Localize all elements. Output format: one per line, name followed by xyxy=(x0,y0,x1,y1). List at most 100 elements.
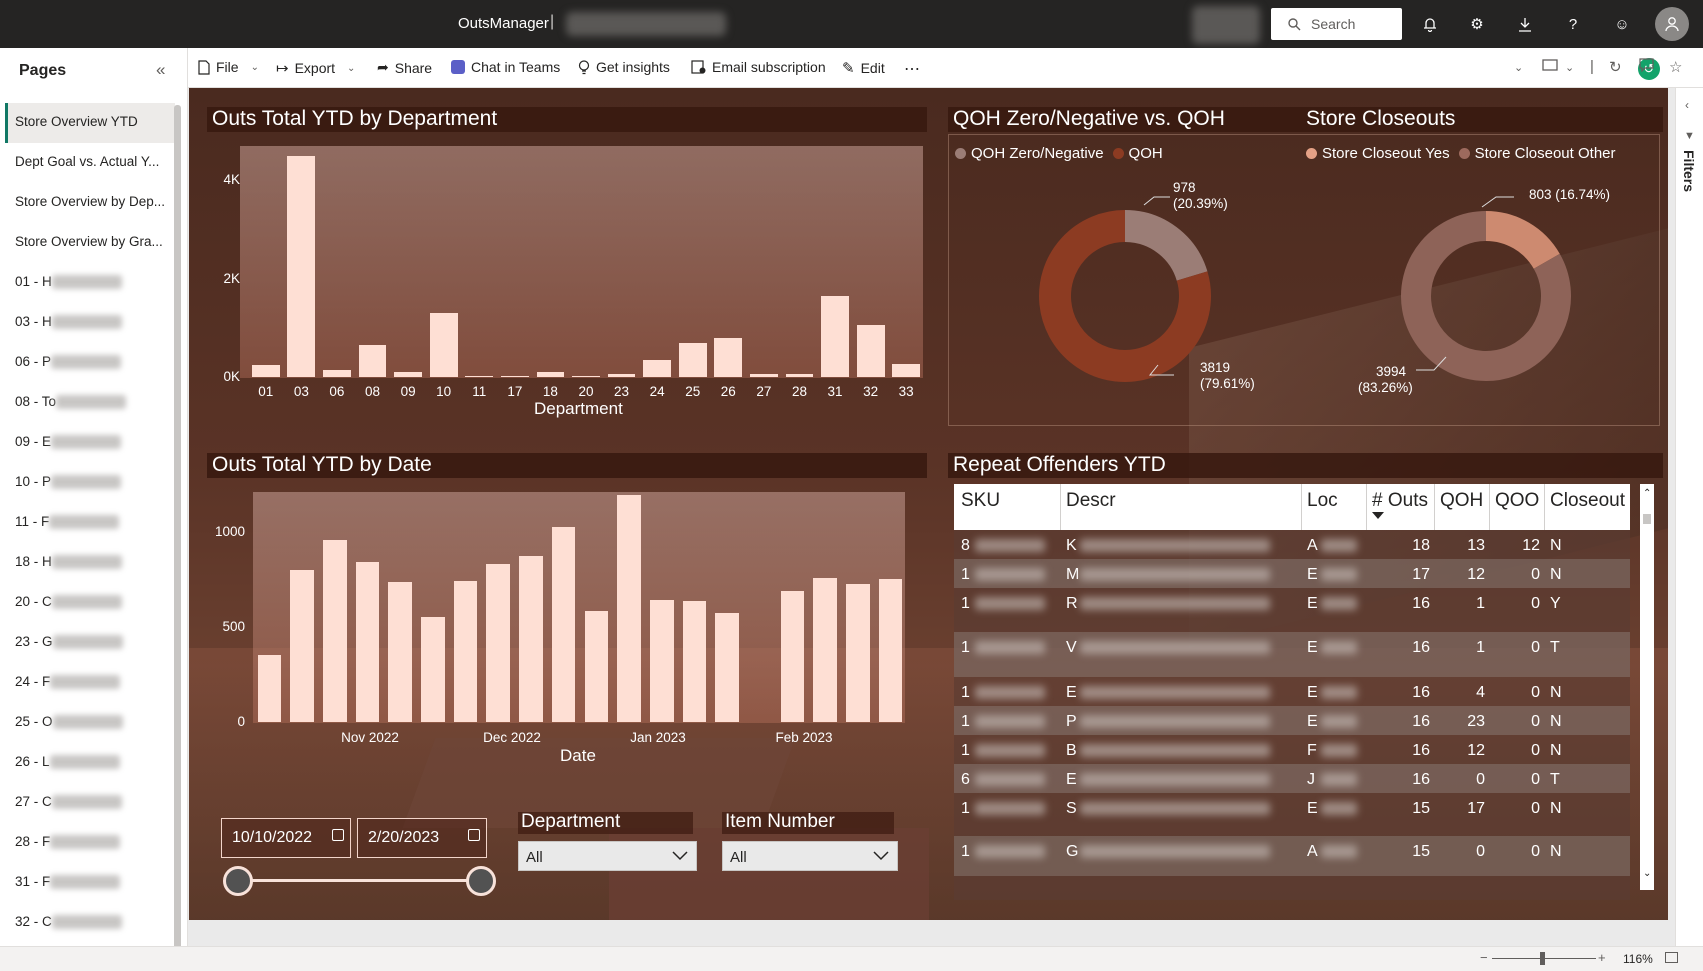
bar[interactable] xyxy=(355,562,380,722)
get-insights-button[interactable]: Get insights xyxy=(578,59,670,75)
bar[interactable] xyxy=(358,345,387,377)
zoom-slider-thumb[interactable] xyxy=(1540,952,1545,965)
page-tab[interactable]: 23 - G xyxy=(5,623,175,663)
app-title[interactable]: OutsManager xyxy=(458,15,549,32)
bar[interactable] xyxy=(821,295,849,377)
bar[interactable] xyxy=(678,342,707,377)
column-header-qoh[interactable]: QOH xyxy=(1440,490,1483,512)
bar[interactable] xyxy=(519,555,543,722)
calendar-icon[interactable] xyxy=(332,829,344,841)
page-tab[interactable]: 09 - E xyxy=(5,423,175,463)
bar[interactable] xyxy=(251,364,280,377)
page-tab[interactable]: 28 - F xyxy=(5,823,175,863)
bell-icon[interactable] xyxy=(1418,12,1442,36)
chat-in-teams-button[interactable]: Chat in Teams xyxy=(451,59,560,75)
file-menu[interactable]: File ⌄ xyxy=(198,59,259,75)
calendar-icon[interactable] xyxy=(468,829,480,841)
help-icon[interactable]: ? xyxy=(1561,12,1585,36)
page-tab[interactable]: 20 - C xyxy=(5,583,175,623)
zoom-out-icon[interactable]: − xyxy=(1480,950,1488,965)
edit-button[interactable]: ✎ Edit xyxy=(842,59,885,77)
collapse-pane-icon[interactable]: « xyxy=(156,60,165,80)
bar[interactable] xyxy=(813,578,837,722)
download-icon[interactable] xyxy=(1513,12,1537,36)
table-row[interactable]: 1 M E 17 12 0 N xyxy=(954,559,1630,588)
filters-label[interactable]: Filters xyxy=(1681,150,1697,192)
pages-scrollbar[interactable] xyxy=(174,105,181,961)
bar[interactable] xyxy=(682,601,707,722)
filters-pane-collapsed[interactable]: ‹ ▼ xyxy=(1675,88,1703,946)
bar[interactable] xyxy=(536,372,565,377)
bar[interactable] xyxy=(750,373,778,377)
table-row[interactable]: 1 R E 16 1 0 Y xyxy=(954,588,1630,632)
bar[interactable] xyxy=(846,584,870,722)
table-row[interactable]: 8 K A 18 13 12 N xyxy=(954,530,1630,559)
gear-icon[interactable]: ⚙ xyxy=(1465,12,1489,36)
bar[interactable] xyxy=(856,325,885,377)
page-tab[interactable]: Store Overview by Gra... xyxy=(5,223,175,263)
page-tab[interactable]: 31 - F xyxy=(5,863,175,903)
avatar[interactable] xyxy=(1655,7,1689,41)
bar[interactable] xyxy=(421,616,445,722)
bar[interactable] xyxy=(465,375,494,377)
slider-end-handle[interactable] xyxy=(466,866,496,896)
more-options-button[interactable]: ⋯ xyxy=(904,59,920,79)
page-tab[interactable]: 01 - H xyxy=(5,263,175,303)
start-date-input[interactable]: 10/10/2022 xyxy=(221,818,351,858)
bar[interactable] xyxy=(287,155,316,377)
view-chevron-icon[interactable]: ⌄ xyxy=(1565,61,1574,74)
slider-start-handle[interactable] xyxy=(223,866,253,896)
expand-filters-icon[interactable]: ‹ xyxy=(1685,98,1689,112)
page-tab[interactable]: Store Overview by Dep... xyxy=(5,183,175,223)
page-tab[interactable]: Dept Goal vs. Actual Y... xyxy=(5,143,175,183)
view-icon[interactable] xyxy=(1542,58,1558,75)
favorite-star-icon[interactable]: ☆ xyxy=(1669,58,1682,76)
page-tab[interactable]: 26 - L xyxy=(5,743,175,783)
scroll-thumb[interactable] xyxy=(1643,514,1651,524)
page-tab[interactable]: Store Overview YTD xyxy=(5,103,175,143)
bar[interactable] xyxy=(500,375,529,377)
bar[interactable] xyxy=(257,655,282,722)
page-tab[interactable]: 27 - C xyxy=(5,783,175,823)
bar[interactable] xyxy=(643,359,672,377)
scroll-up-icon[interactable]: ⌃ xyxy=(1643,488,1651,499)
page-tab[interactable]: 06 - P xyxy=(5,343,175,383)
comment-icon[interactable] xyxy=(1639,58,1654,76)
date-range-slider[interactable] xyxy=(238,879,482,882)
bar[interactable] xyxy=(714,337,743,377)
chevron-down-icon[interactable]: ⌄ xyxy=(1514,61,1523,74)
bar[interactable] xyxy=(617,494,641,722)
page-tab[interactable]: 03 - H xyxy=(5,303,175,343)
bar[interactable] xyxy=(322,540,347,722)
column-header-qoo[interactable]: QOO xyxy=(1495,490,1539,512)
bar[interactable] xyxy=(486,564,510,722)
bar[interactable] xyxy=(388,582,412,722)
bar[interactable] xyxy=(572,376,600,377)
scroll-down-icon[interactable]: ⌄ xyxy=(1643,868,1651,879)
table-scrollbar[interactable]: ⌃ ⌄ xyxy=(1640,484,1654,890)
bar[interactable] xyxy=(323,369,351,377)
table-row[interactable]: 1 G A 15 0 0 N xyxy=(954,836,1630,876)
table-row[interactable]: 1 E E 16 4 0 N xyxy=(954,677,1630,706)
page-tab[interactable]: 25 - O xyxy=(5,703,175,743)
bar[interactable] xyxy=(290,569,314,722)
bar[interactable] xyxy=(453,581,478,722)
page-tab[interactable]: 11 - F xyxy=(5,503,175,543)
zoom-in-icon[interactable]: + xyxy=(1598,950,1606,965)
table-row[interactable]: 1 S E 15 17 0 N xyxy=(954,793,1630,836)
column-header-descr[interactable]: Descr xyxy=(1066,490,1116,512)
table-row[interactable]: 6 E J 16 0 0 T xyxy=(954,764,1630,793)
department-dropdown[interactable]: All xyxy=(518,841,697,871)
bar[interactable] xyxy=(878,579,903,722)
bar[interactable] xyxy=(780,590,805,722)
table-row[interactable]: 1 B F 16 12 0 N xyxy=(954,735,1630,764)
email-subscription-button[interactable]: Email subscription xyxy=(691,59,826,75)
refresh-icon[interactable]: ↻ xyxy=(1609,58,1622,76)
bar[interactable] xyxy=(715,612,739,722)
table-row[interactable]: 1 V E 16 1 0 T xyxy=(954,632,1630,677)
page-tab[interactable]: 08 - To xyxy=(5,383,175,423)
bar[interactable] xyxy=(892,363,921,377)
search-input[interactable]: Search xyxy=(1271,8,1402,40)
export-menu[interactable]: ↦ Export ⌄ xyxy=(276,59,355,77)
page-tab[interactable]: 24 - F xyxy=(5,663,175,703)
